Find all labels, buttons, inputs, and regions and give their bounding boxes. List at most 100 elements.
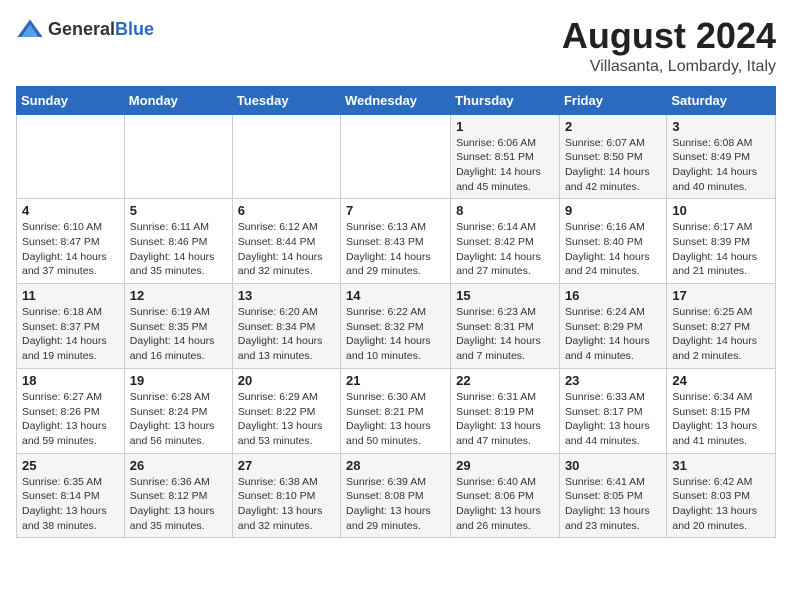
week-row-1: 1 Sunrise: 6:06 AM Sunset: 8:51 PM Daylig…	[17, 114, 776, 199]
day-info: Sunrise: 6:36 AM Sunset: 8:12 PM Dayligh…	[130, 475, 227, 534]
calendar-cell	[232, 114, 340, 199]
calendar-cell: 4 Sunrise: 6:10 AM Sunset: 8:47 PM Daylig…	[17, 199, 125, 284]
day-number: 14	[346, 288, 445, 303]
calendar-table: SundayMondayTuesdayWednesdayThursdayFrid…	[16, 86, 776, 539]
day-number: 26	[130, 458, 227, 473]
day-info: Sunrise: 6:24 AM Sunset: 8:29 PM Dayligh…	[565, 305, 661, 364]
weekday-header-row: SundayMondayTuesdayWednesdayThursdayFrid…	[17, 86, 776, 114]
day-info: Sunrise: 6:35 AM Sunset: 8:14 PM Dayligh…	[22, 475, 119, 534]
day-number: 7	[346, 203, 445, 218]
day-info: Sunrise: 6:39 AM Sunset: 8:08 PM Dayligh…	[346, 475, 445, 534]
day-number: 17	[672, 288, 770, 303]
calendar-cell: 9 Sunrise: 6:16 AM Sunset: 8:40 PM Daylig…	[559, 199, 666, 284]
day-info: Sunrise: 6:27 AM Sunset: 8:26 PM Dayligh…	[22, 390, 119, 449]
calendar-cell: 5Sunrise: 6:11 AM Sunset: 8:46 PM Daylig…	[124, 199, 232, 284]
day-number: 1	[456, 119, 554, 134]
title-area: August 2024 Villasanta, Lombardy, Italy	[562, 16, 776, 76]
day-info: Sunrise: 6:19 AM Sunset: 8:35 PM Dayligh…	[130, 305, 227, 364]
day-info: Sunrise: 6:22 AM Sunset: 8:32 PM Dayligh…	[346, 305, 445, 364]
weekday-header-wednesday: Wednesday	[341, 86, 451, 114]
logo-text: GeneralBlue	[48, 20, 154, 40]
day-number: 4	[22, 203, 119, 218]
day-number: 2	[565, 119, 661, 134]
day-number: 28	[346, 458, 445, 473]
calendar-cell: 26 Sunrise: 6:36 AM Sunset: 8:12 PM Dayli…	[124, 453, 232, 538]
location-title: Villasanta, Lombardy, Italy	[562, 58, 776, 76]
calendar-cell	[17, 114, 125, 199]
calendar-cell	[124, 114, 232, 199]
calendar-cell: 2 Sunrise: 6:07 AM Sunset: 8:50 PM Daylig…	[559, 114, 666, 199]
day-info: Sunrise: 6:34 AM Sunset: 8:15 PM Dayligh…	[672, 390, 770, 449]
day-info: Sunrise: 6:18 AM Sunset: 8:37 PM Dayligh…	[22, 305, 119, 364]
calendar-cell: 12 Sunrise: 6:19 AM Sunset: 8:35 PM Dayli…	[124, 284, 232, 369]
calendar-cell: 17 Sunrise: 6:25 AM Sunset: 8:27 PM Dayli…	[667, 284, 776, 369]
day-number: 9	[565, 203, 661, 218]
calendar-cell: 19Sunrise: 6:28 AM Sunset: 8:24 PM Dayli…	[124, 368, 232, 453]
day-number: 23	[565, 373, 661, 388]
day-info: Sunrise: 6:41 AM Sunset: 8:05 PM Dayligh…	[565, 475, 661, 534]
day-info: Sunrise: 6:07 AM Sunset: 8:50 PM Dayligh…	[565, 136, 661, 195]
weekday-header-thursday: Thursday	[451, 86, 560, 114]
week-row-2: 4 Sunrise: 6:10 AM Sunset: 8:47 PM Daylig…	[17, 199, 776, 284]
day-info: Sunrise: 6:10 AM Sunset: 8:47 PM Dayligh…	[22, 220, 119, 279]
day-info: Sunrise: 6:25 AM Sunset: 8:27 PM Dayligh…	[672, 305, 770, 364]
day-number: 16	[565, 288, 661, 303]
day-number: 10	[672, 203, 770, 218]
day-number: 3	[672, 119, 770, 134]
calendar-cell: 16 Sunrise: 6:24 AM Sunset: 8:29 PM Dayli…	[559, 284, 666, 369]
logo-blue: Blue	[115, 20, 154, 40]
day-number: 24	[672, 373, 770, 388]
day-number: 27	[238, 458, 335, 473]
calendar-cell: 15 Sunrise: 6:23 AM Sunset: 8:31 PM Dayli…	[451, 284, 560, 369]
day-info: Sunrise: 6:14 AM Sunset: 8:42 PM Dayligh…	[456, 220, 554, 279]
day-number: 25	[22, 458, 119, 473]
calendar-cell: 29Sunrise: 6:40 AM Sunset: 8:06 PM Dayli…	[451, 453, 560, 538]
calendar-cell: 11Sunrise: 6:18 AM Sunset: 8:37 PM Dayli…	[17, 284, 125, 369]
day-info: Sunrise: 6:33 AM Sunset: 8:17 PM Dayligh…	[565, 390, 661, 449]
calendar-cell: 25 Sunrise: 6:35 AM Sunset: 8:14 PM Dayli…	[17, 453, 125, 538]
day-info: Sunrise: 6:17 AM Sunset: 8:39 PM Dayligh…	[672, 220, 770, 279]
calendar-cell: 1 Sunrise: 6:06 AM Sunset: 8:51 PM Daylig…	[451, 114, 560, 199]
day-info: Sunrise: 6:12 AM Sunset: 8:44 PM Dayligh…	[238, 220, 335, 279]
week-row-4: 18 Sunrise: 6:27 AM Sunset: 8:26 PM Dayli…	[17, 368, 776, 453]
calendar-cell	[341, 114, 451, 199]
calendar-cell: 8 Sunrise: 6:14 AM Sunset: 8:42 PM Daylig…	[451, 199, 560, 284]
calendar-cell: 22 Sunrise: 6:31 AM Sunset: 8:19 PM Dayli…	[451, 368, 560, 453]
day-number: 18	[22, 373, 119, 388]
day-number: 20	[238, 373, 335, 388]
day-info: Sunrise: 6:20 AM Sunset: 8:34 PM Dayligh…	[238, 305, 335, 364]
logo: GeneralBlue	[16, 16, 154, 44]
calendar-cell: 6 Sunrise: 6:12 AM Sunset: 8:44 PM Daylig…	[232, 199, 340, 284]
calendar-cell: 7 Sunrise: 6:13 AM Sunset: 8:43 PM Daylig…	[341, 199, 451, 284]
day-number: 30	[565, 458, 661, 473]
day-number: 15	[456, 288, 554, 303]
day-info: Sunrise: 6:40 AM Sunset: 8:06 PM Dayligh…	[456, 475, 554, 534]
page-header: GeneralBlue August 2024 Villasanta, Lomb…	[16, 16, 776, 76]
day-info: Sunrise: 6:06 AM Sunset: 8:51 PM Dayligh…	[456, 136, 554, 195]
calendar-cell: 28 Sunrise: 6:39 AM Sunset: 8:08 PM Dayli…	[341, 453, 451, 538]
day-number: 6	[238, 203, 335, 218]
day-info: Sunrise: 6:38 AM Sunset: 8:10 PM Dayligh…	[238, 475, 335, 534]
weekday-header-sunday: Sunday	[17, 86, 125, 114]
calendar-cell: 27 Sunrise: 6:38 AM Sunset: 8:10 PM Dayli…	[232, 453, 340, 538]
day-number: 8	[456, 203, 554, 218]
day-number: 31	[672, 458, 770, 473]
day-info: Sunrise: 6:23 AM Sunset: 8:31 PM Dayligh…	[456, 305, 554, 364]
day-number: 12	[130, 288, 227, 303]
day-number: 22	[456, 373, 554, 388]
day-info: Sunrise: 6:08 AM Sunset: 8:49 PM Dayligh…	[672, 136, 770, 195]
day-info: Sunrise: 6:42 AM Sunset: 8:03 PM Dayligh…	[672, 475, 770, 534]
weekday-header-saturday: Saturday	[667, 86, 776, 114]
day-info: Sunrise: 6:13 AM Sunset: 8:43 PM Dayligh…	[346, 220, 445, 279]
day-info: Sunrise: 6:28 AM Sunset: 8:24 PM Dayligh…	[130, 390, 227, 449]
calendar-cell: 13Sunrise: 6:20 AM Sunset: 8:34 PM Dayli…	[232, 284, 340, 369]
calendar-cell: 14 Sunrise: 6:22 AM Sunset: 8:32 PM Dayli…	[341, 284, 451, 369]
calendar-cell: 18 Sunrise: 6:27 AM Sunset: 8:26 PM Dayli…	[17, 368, 125, 453]
calendar-cell: 31 Sunrise: 6:42 AM Sunset: 8:03 PM Dayli…	[667, 453, 776, 538]
weekday-header-tuesday: Tuesday	[232, 86, 340, 114]
day-info: Sunrise: 6:31 AM Sunset: 8:19 PM Dayligh…	[456, 390, 554, 449]
day-info: Sunrise: 6:16 AM Sunset: 8:40 PM Dayligh…	[565, 220, 661, 279]
week-row-3: 11Sunrise: 6:18 AM Sunset: 8:37 PM Dayli…	[17, 284, 776, 369]
month-title: August 2024	[562, 16, 776, 56]
day-info: Sunrise: 6:30 AM Sunset: 8:21 PM Dayligh…	[346, 390, 445, 449]
